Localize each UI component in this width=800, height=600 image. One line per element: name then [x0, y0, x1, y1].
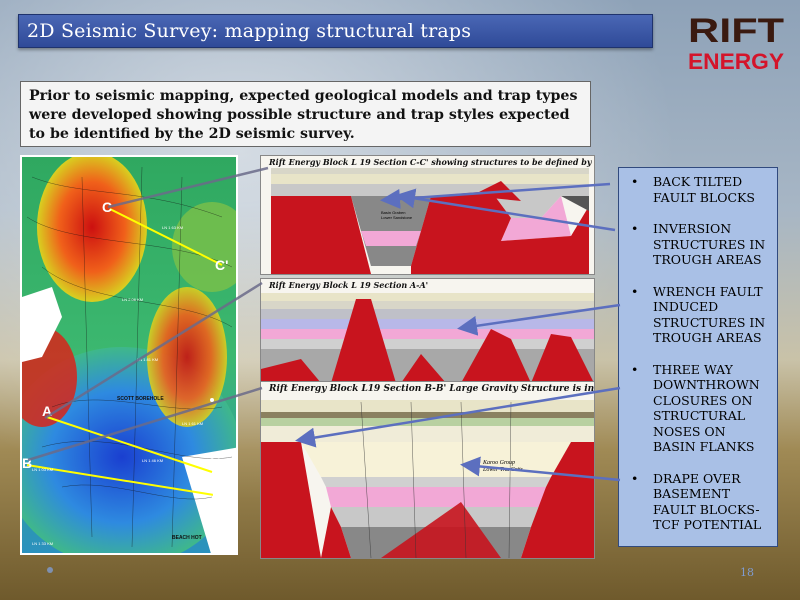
section-aa-caption: Rift Energy Block L 19 Section A-A'	[269, 280, 429, 290]
slide-number: 18	[740, 566, 754, 579]
map-grid-label: LN 1 03 KM	[32, 467, 53, 472]
section-bb-caption: Rift Energy Block L19 Section B-B' Large…	[269, 384, 595, 394]
section-aa: Rift Energy Block L 19 Section A-A'	[260, 278, 595, 384]
map-label-a-prime: A'	[207, 455, 220, 471]
svg-text:RIFT: RIFT	[688, 12, 784, 50]
map-well-label: BEACH HOT	[172, 535, 202, 541]
title-bar: 2D Seismic Survey: mapping structural tr…	[18, 14, 653, 48]
map-grid-label: LN 1 33 KM	[32, 541, 53, 546]
slide-title: 2D Seismic Survey: mapping structural tr…	[27, 20, 472, 42]
trap-type-item: INVERSION STRUCTURES IN TROUGH AREAS	[631, 221, 771, 268]
map-well-label: SCOTT BOREHOLE	[117, 396, 164, 402]
trap-type-item: BACK TILTED FAULT BLOCKS	[631, 174, 771, 205]
trap-type-item: DRAPE OVER BASEMENT FAULT BLOCKS- TCF PO…	[631, 471, 771, 533]
map-label-a: A	[42, 403, 52, 419]
map-grid-label: LN 1 46 KM	[142, 458, 163, 463]
map-graphic: C C' A A' B B' LN 1 63 KM LN 2 06 KM LN …	[22, 157, 236, 553]
bb-note-grits: Lower Tnu Grits	[482, 467, 524, 473]
map-grid-label: LN 2 06 KM	[122, 297, 143, 302]
map-label-b: B	[22, 455, 32, 471]
seismic-map: C C' A A' B B' LN 1 63 KM LN 2 06 KM LN …	[20, 155, 238, 555]
logo-energy-text: ENERGY	[688, 49, 784, 72]
trap-types-list: BACK TILTED FAULT BLOCKS INVERSION STRUC…	[619, 168, 777, 533]
map-label-b-prime: B'	[212, 487, 225, 503]
map-grid-label: LN 1 81 KM	[137, 357, 158, 362]
trap-type-item: WRENCH FAULT INDUCED STRUCTURES IN TROUG…	[631, 284, 771, 346]
section-bb: Karoo Group Lower Tnu Grits Rift Energy …	[260, 381, 595, 559]
rift-energy-logo: RIFT ENERGY	[688, 12, 784, 72]
section-cc: Basin Graben Lower Sandstone Rift Energy…	[260, 155, 595, 275]
map-grid-label: LN 1 63 KM	[162, 225, 183, 230]
map-label-c-prime: C'	[215, 257, 228, 273]
trap-type-item: THREE WAY DOWNTHROWN CLOSURES ON STRUCTU…	[631, 362, 771, 455]
map-label-c: C	[102, 199, 112, 215]
section-cc-caption: Rift Energy Block L 19 Section C-C' show…	[269, 157, 595, 167]
map-grid-label: LN 1 61 KM	[182, 421, 203, 426]
svg-text:ENERGY: ENERGY	[688, 49, 784, 72]
trap-types-box: BACK TILTED FAULT BLOCKS INVERSION STRUC…	[618, 167, 778, 547]
cc-note-sandstone: Lower Sandstone	[381, 215, 413, 220]
intro-text: Prior to seismic mapping, expected geolo…	[20, 81, 591, 147]
logo-rift-text: RIFT	[688, 12, 784, 50]
slide-decoration-dot	[47, 567, 53, 573]
bb-note-karoo: Karoo Group	[482, 460, 515, 466]
